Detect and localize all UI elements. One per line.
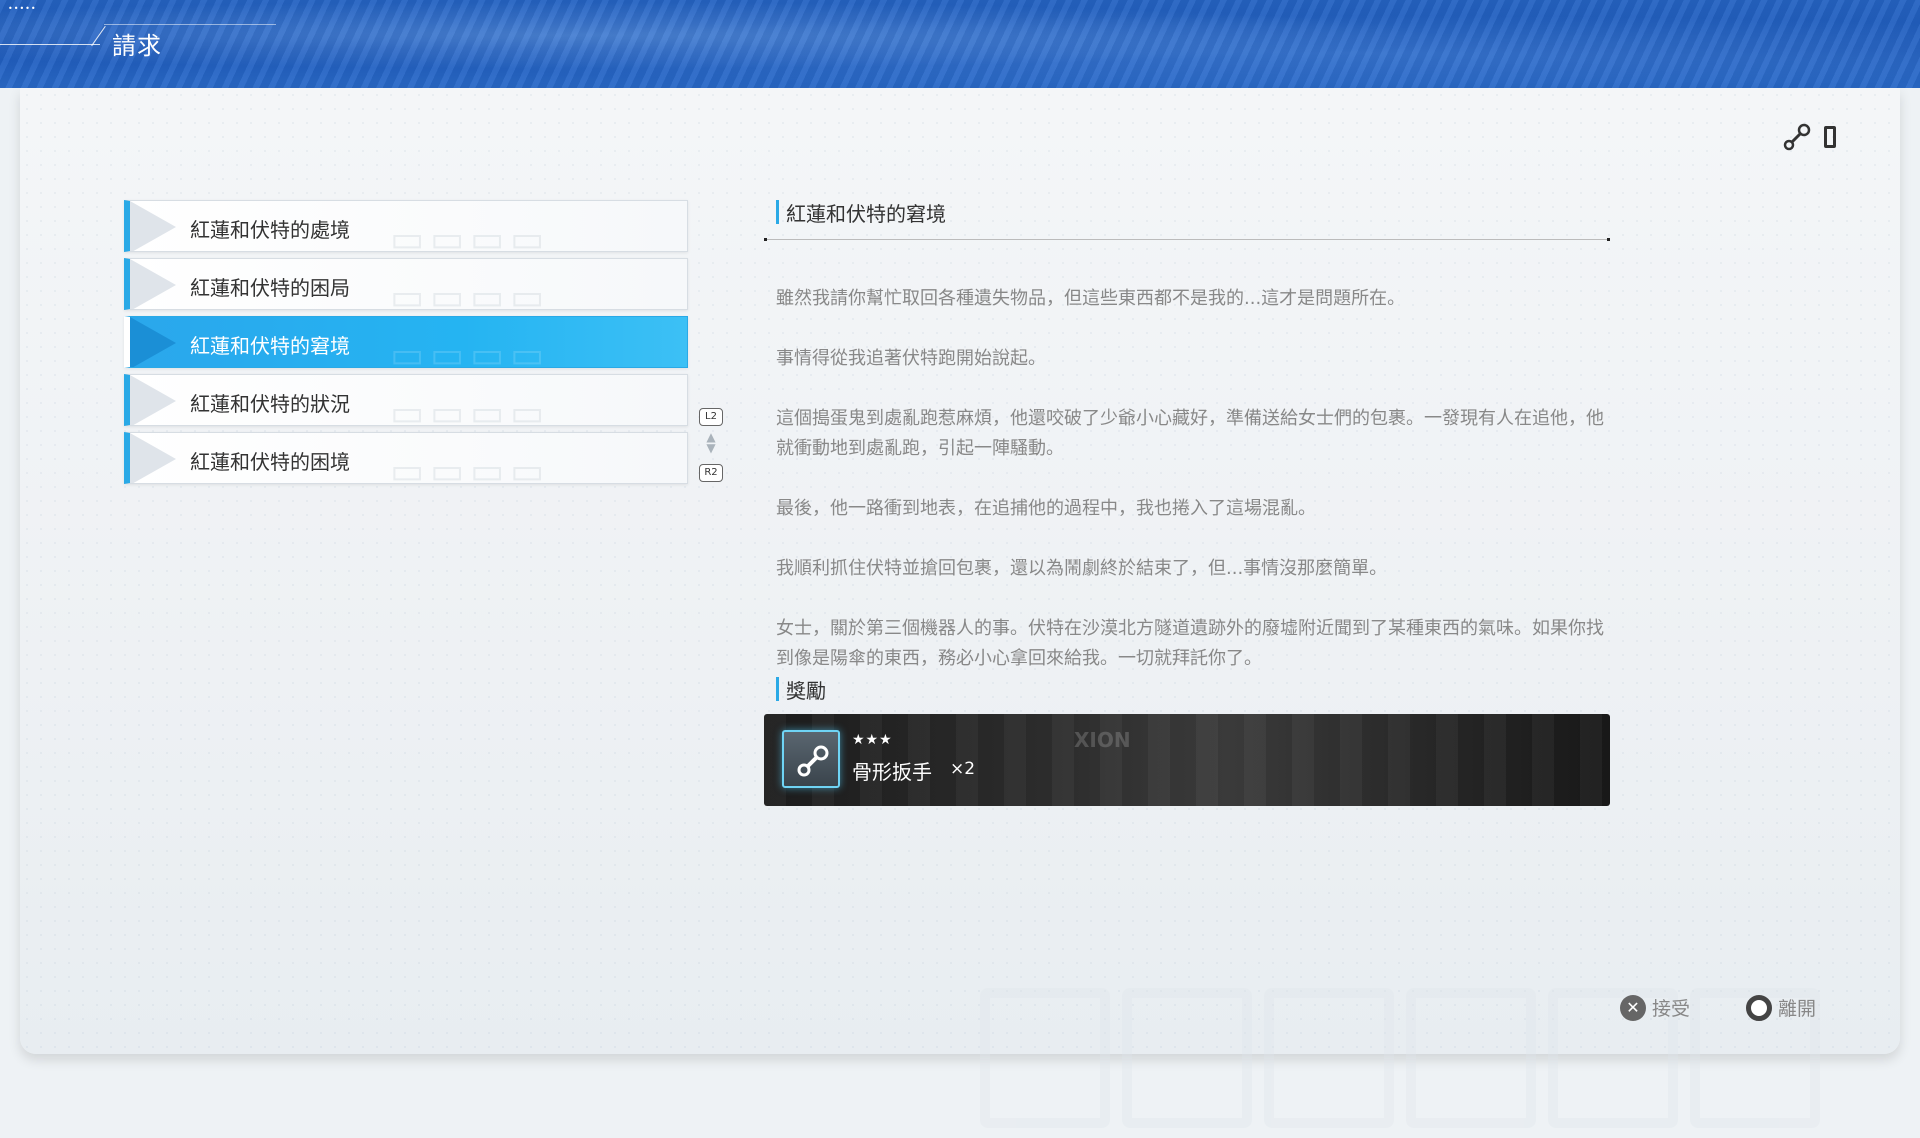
- battery-icon: [1824, 126, 1836, 148]
- reward-heading: 獎勵: [786, 679, 826, 703]
- list-scroll-control: L2 ▲ ▼ R2: [698, 404, 724, 482]
- signal-icon: •••••: [8, 4, 37, 13]
- cross-button-icon: ✕: [1620, 994, 1646, 1021]
- quest-item-label: 紅蓮和伏特的困境: [190, 450, 350, 474]
- quest-item-decoration: ▭▭▭▭: [390, 451, 551, 484]
- quest-item[interactable]: 紅蓮和伏特的處境 ▭▭▭▭: [124, 200, 688, 252]
- scroll-arrows-icon: ▲ ▼: [706, 430, 716, 455]
- reward-item-quantity: ×2: [950, 759, 976, 779]
- l2-button[interactable]: L2: [699, 408, 723, 426]
- banner-texture: [0, 0, 1920, 88]
- detail-paragraph: 最後，他一路衝到地表，在追捕他的過程中，我也捲入了這場混亂。: [776, 498, 1316, 519]
- reward-card: XION ★★★ 骨形扳手 ×2: [764, 714, 1610, 806]
- reward-rarity-stars: ★★★: [852, 732, 893, 748]
- reward-accent-bar: [776, 677, 779, 701]
- quest-list: 紅蓮和伏特的處境 ▭▭▭▭ 紅蓮和伏特的困局 ▭▭▭▭ 紅蓮和伏特的窘境 ▭▭▭…: [124, 200, 688, 490]
- panel-watermark: [980, 988, 1860, 1138]
- reward-item-icon-box: [782, 730, 840, 788]
- quest-item[interactable]: 紅蓮和伏特的困局 ▭▭▭▭: [124, 258, 688, 310]
- detail-title: 紅蓮和伏特的窘境: [786, 202, 946, 226]
- r2-button[interactable]: R2: [699, 464, 723, 482]
- reward-bg-text: XION: [1074, 728, 1131, 752]
- accept-button[interactable]: ✕ 接受: [1620, 994, 1690, 1021]
- quest-item-label: 紅蓮和伏特的窘境: [190, 334, 350, 358]
- wrench-icon: [797, 745, 829, 777]
- page-title: 請求: [112, 32, 162, 60]
- status-icons: [1782, 122, 1836, 152]
- detail-description: 雖然我請你幫忙取回各種遺失物品，但這些東西都不是我的...這才是問題所在。 事情…: [776, 284, 1606, 704]
- circle-button-icon: [1746, 994, 1772, 1021]
- quest-item-label: 紅蓮和伏特的困局: [190, 276, 350, 300]
- detail-divider: [764, 238, 1610, 241]
- top-banner: ••••• 請求: [0, 0, 1920, 88]
- detail-paragraph: 事情得從我追著伏特跑開始說起。: [776, 348, 1046, 369]
- reward-item-name: 骨形扳手: [852, 760, 932, 784]
- leave-button[interactable]: 離開: [1746, 994, 1816, 1021]
- quest-item-decoration: ▭▭▭▭: [390, 219, 551, 252]
- detail-paragraph: 女士，關於第三個機器人的事。伏特在沙漠北方隧道遺跡外的廢墟附近聞到了某種東西的氣…: [776, 618, 1604, 669]
- wrench-icon: [1783, 123, 1811, 151]
- banner-line: [0, 44, 100, 45]
- quest-item-decoration: ▭▭▭▭: [390, 335, 551, 368]
- accept-label: 接受: [1652, 998, 1691, 1020]
- banner-topline: [104, 24, 276, 25]
- detail-paragraph: 雖然我請你幫忙取回各種遺失物品，但這些東西都不是我的...這才是問題所在。: [776, 288, 1406, 309]
- quest-item[interactable]: 紅蓮和伏特的狀況 ▭▭▭▭: [124, 374, 688, 426]
- title-accent-bar: [776, 200, 779, 224]
- detail-paragraph: 我順利抓住伏特並搶回包裹，還以為鬧劇終於結束了，但...事情沒那麼簡單。: [776, 558, 1388, 579]
- quest-item-decoration: ▭▭▭▭: [390, 393, 551, 426]
- quest-item-label: 紅蓮和伏特的狀況: [190, 392, 350, 416]
- quest-item[interactable]: 紅蓮和伏特的困境 ▭▭▭▭: [124, 432, 688, 484]
- leave-label: 離開: [1778, 998, 1817, 1020]
- quest-item-decoration: ▭▭▭▭: [390, 277, 551, 310]
- quest-item-selected[interactable]: 紅蓮和伏特的窘境 ▭▭▭▭: [124, 316, 688, 368]
- quest-item-label: 紅蓮和伏特的處境: [190, 218, 350, 242]
- detail-paragraph: 這個搗蛋鬼到處亂跑惹麻煩，他還咬破了少爺小心藏好，準備送給女士們的包裹。一發現有…: [776, 408, 1604, 459]
